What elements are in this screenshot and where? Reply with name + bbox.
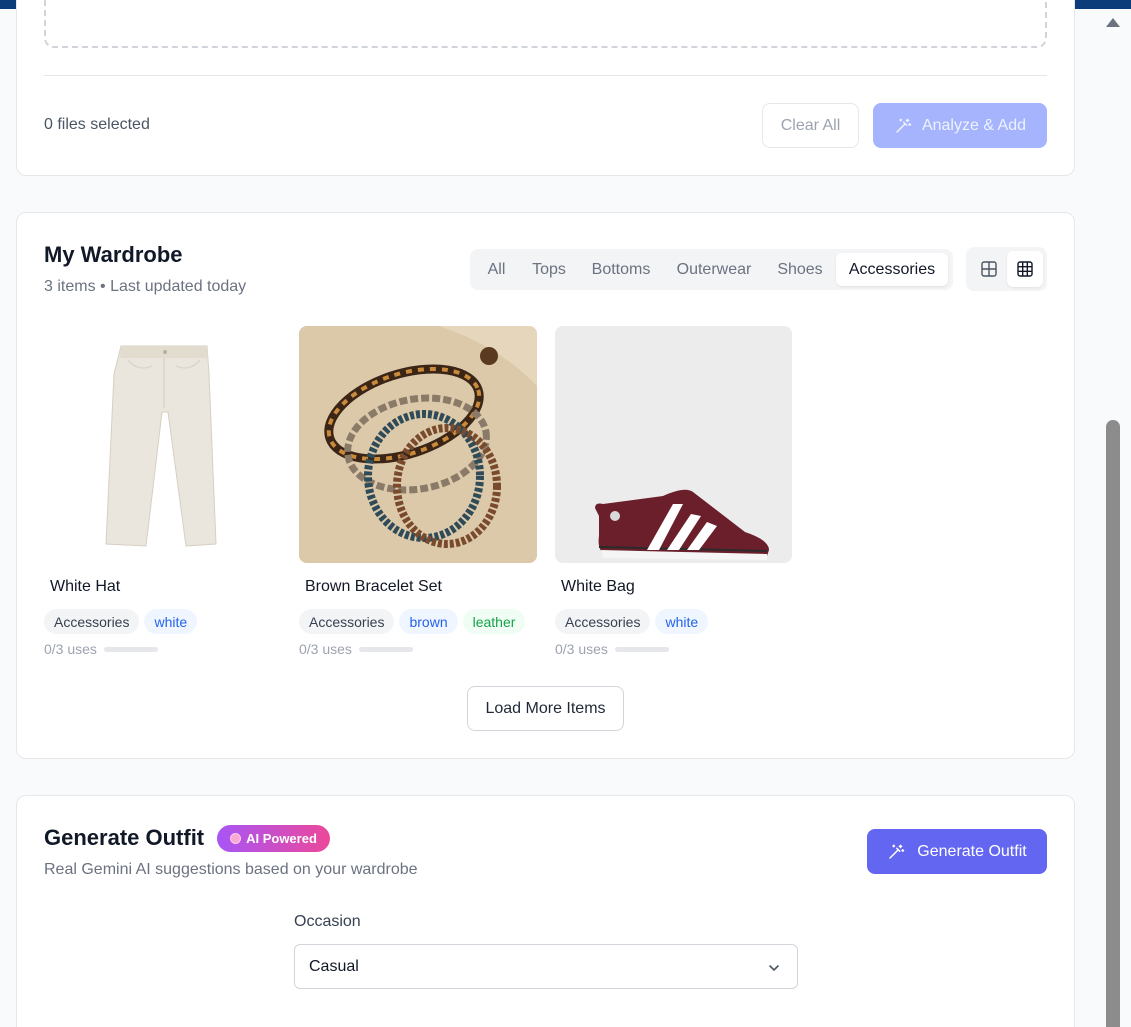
filter-shoes[interactable]: Shoes xyxy=(772,253,828,286)
scrollbar-thumb[interactable] xyxy=(1106,420,1120,1027)
files-selected-count: 0 files selected xyxy=(44,116,150,133)
view-toggle xyxy=(966,247,1047,291)
generate-outfit-button[interactable]: Generate Outfit xyxy=(867,829,1047,874)
filter-outerwear[interactable]: Outerwear xyxy=(670,253,758,286)
ai-powered-badge: AI Powered xyxy=(217,825,330,852)
category-tag: Accessories xyxy=(299,609,395,634)
category-filter-tabs: All Tops Bottoms Outerwear Shoes Accesso… xyxy=(470,249,953,290)
item-name: White Bag xyxy=(561,578,635,595)
filter-bottoms[interactable]: Bottoms xyxy=(586,253,656,286)
wardrobe-item-card[interactable]: White Hat Accessories white 0/3 uses xyxy=(44,326,282,657)
wardrobe-item-card[interactable]: White Bag Accessories white 0/3 uses xyxy=(555,326,792,657)
sneaker-image[interactable] xyxy=(555,326,792,563)
material-tag: leather xyxy=(462,609,526,634)
divider xyxy=(44,75,1047,76)
grid-small-view-button[interactable] xyxy=(1007,251,1043,287)
item-tags: Accessories white xyxy=(44,609,198,634)
occasion-label: Occasion xyxy=(294,913,361,930)
usage-progress-bar xyxy=(359,647,413,652)
grid-small-icon xyxy=(1017,261,1033,277)
occasion-select[interactable]: Casual xyxy=(294,944,798,989)
usage-count: 0/3 uses xyxy=(299,641,352,657)
color-tag: white xyxy=(655,609,709,634)
usage-progress-bar xyxy=(104,647,158,652)
clear-all-button[interactable]: Clear All xyxy=(762,103,859,148)
category-tag: Accessories xyxy=(555,609,651,634)
analyze-add-label: Analyze & Add xyxy=(921,116,1027,134)
grid-large-view-button[interactable] xyxy=(971,251,1007,287)
scroll-up-arrow-icon[interactable] xyxy=(1106,18,1120,27)
grid-large-icon xyxy=(981,261,997,277)
magic-wand-icon xyxy=(896,118,912,133)
item-tags: Accessories brown leather xyxy=(299,609,526,634)
generate-outfit-subtitle: Real Gemini AI suggestions based on your… xyxy=(44,861,418,878)
chevron-down-icon xyxy=(769,965,779,972)
color-tag: brown xyxy=(399,609,458,634)
upload-dropzone[interactable] xyxy=(44,0,1047,48)
color-tag: white xyxy=(144,609,198,634)
filter-all[interactable]: All xyxy=(479,253,514,286)
generate-outfit-label: Generate Outfit xyxy=(917,842,1027,860)
usage-count: 0/3 uses xyxy=(555,641,608,657)
wardrobe-item-card[interactable]: Brown Bracelet Set Accessories brown lea… xyxy=(299,326,537,657)
occasion-value: Casual xyxy=(309,958,359,975)
magic-wand-icon xyxy=(889,844,905,859)
usage-count: 0/3 uses xyxy=(44,641,97,657)
wardrobe-title: My Wardrobe xyxy=(44,242,183,267)
usage-progress-bar xyxy=(615,647,669,652)
item-name: Brown Bracelet Set xyxy=(305,578,442,595)
bracelets-image[interactable] xyxy=(299,326,537,563)
ai-powered-label: AI Powered xyxy=(246,831,317,846)
generate-outfit-title: Generate Outfit xyxy=(44,825,205,850)
item-name: White Hat xyxy=(50,578,121,595)
white-pants-image[interactable] xyxy=(44,326,282,563)
analyze-add-button[interactable]: Analyze & Add xyxy=(873,103,1047,148)
category-tag: Accessories xyxy=(44,609,140,634)
filter-tops[interactable]: Tops xyxy=(526,253,572,286)
brain-icon xyxy=(230,833,242,844)
wardrobe-subtitle: 3 items • Last updated today xyxy=(44,278,247,295)
load-more-button[interactable]: Load More Items xyxy=(467,686,624,731)
filter-accessories[interactable]: Accessories xyxy=(836,253,948,286)
item-tags: Accessories white xyxy=(555,609,709,634)
